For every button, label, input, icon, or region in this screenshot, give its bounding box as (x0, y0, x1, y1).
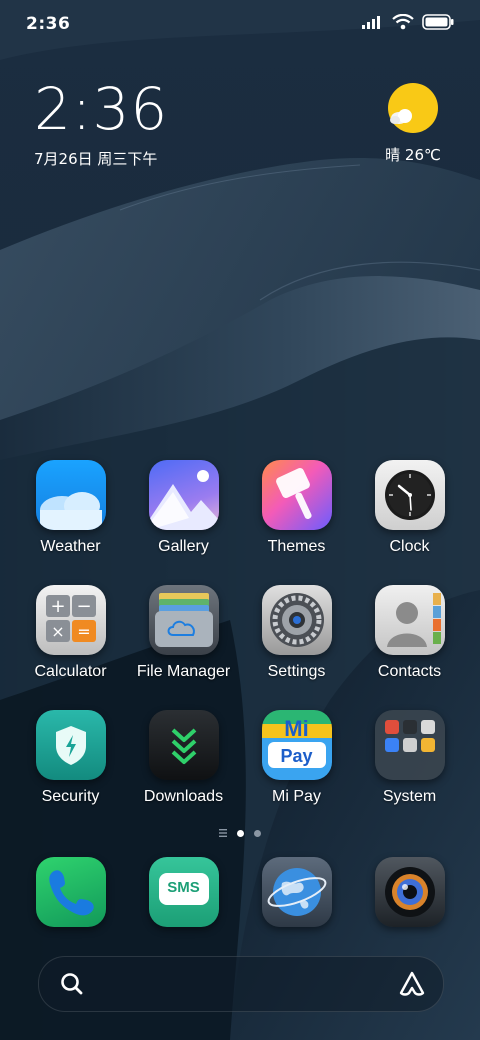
weather-text: 晴 26℃ (385, 146, 441, 164)
status-time: 2:36 (26, 14, 71, 34)
clock-widget[interactable]: 2:36 7月26日 周三下午 (34, 78, 168, 169)
mi-pay-icon-mi: Mi (284, 716, 309, 741)
app-themes[interactable]: Themes (240, 460, 353, 556)
app-system[interactable]: System (353, 710, 466, 806)
sun-cloud-icon (387, 82, 439, 134)
gallery-icon (148, 460, 219, 530)
app-label: Downloads (143, 788, 224, 805)
app-clock[interactable]: Clock (353, 460, 466, 556)
app-label: Calculator (34, 663, 107, 680)
page-dot (254, 829, 261, 837)
app-label: Security (41, 788, 100, 805)
camera-icon (374, 857, 445, 927)
mi-pay-icon: Mi Pay (261, 710, 332, 780)
app-downloads[interactable]: Downloads (127, 710, 240, 806)
dock-browser[interactable] (240, 857, 353, 927)
app-security[interactable]: Security (14, 710, 127, 806)
downloads-icon (148, 710, 219, 780)
widget-time: 2:36 (34, 75, 169, 143)
page-indicator[interactable] (0, 829, 480, 837)
system-folder-icon (374, 710, 445, 780)
svg-text:−: − (76, 596, 91, 617)
weather-widget[interactable]: 晴 26℃ (378, 82, 448, 165)
app-settings[interactable]: Settings (240, 585, 353, 681)
calculator-icon: + − × = (35, 585, 106, 655)
status-icons (362, 14, 454, 30)
app-label: Weather (40, 538, 101, 555)
app-weather[interactable]: Weather (14, 460, 127, 556)
assistant-icon[interactable] (397, 969, 427, 999)
app-label: System (382, 788, 437, 805)
app-gallery[interactable]: Gallery (127, 460, 240, 556)
widget-date: 7月26日 周三下午 (34, 150, 158, 168)
dock-sms[interactable]: SMS (127, 857, 240, 927)
signal-icon (362, 16, 380, 29)
dock-camera[interactable] (353, 857, 466, 927)
app-label: Settings (267, 663, 326, 680)
svg-text:+: + (50, 596, 65, 617)
wifi-icon (392, 14, 414, 30)
app-label: Gallery (158, 538, 209, 555)
svg-text:=: = (77, 622, 90, 641)
sms-icon: SMS (148, 857, 219, 927)
svg-text:×: × (51, 622, 64, 641)
search-icon[interactable] (59, 971, 85, 997)
app-label: Clock (389, 538, 430, 555)
app-label: Themes (267, 538, 326, 555)
app-mi-pay[interactable]: Mi Pay Mi Pay (240, 710, 353, 806)
battery-icon (422, 14, 454, 30)
status-bar: 2:36 (0, 0, 480, 50)
clock-icon (374, 460, 445, 530)
page-dot-active (237, 829, 244, 837)
app-calculator[interactable]: + − × = Calculator (14, 585, 127, 681)
list-page-icon (219, 829, 227, 837)
search-bar[interactable] (38, 956, 444, 1012)
themes-icon (261, 460, 332, 530)
dock-phone[interactable] (14, 857, 127, 927)
app-contacts[interactable]: Contacts (353, 585, 466, 681)
weather-icon (35, 460, 106, 530)
security-icon (35, 710, 106, 780)
mi-pay-icon-pay: Pay (280, 746, 313, 766)
app-label: File Manager (136, 663, 231, 680)
globe-icon (261, 857, 332, 927)
app-label: Contacts (377, 663, 442, 680)
sms-icon-text: SMS (167, 879, 200, 896)
settings-icon (261, 585, 332, 655)
file-manager-icon (148, 585, 219, 655)
app-file-manager[interactable]: File Manager (127, 585, 240, 681)
app-label: Mi Pay (272, 788, 321, 805)
phone-icon (35, 857, 106, 927)
contacts-icon (374, 585, 445, 655)
